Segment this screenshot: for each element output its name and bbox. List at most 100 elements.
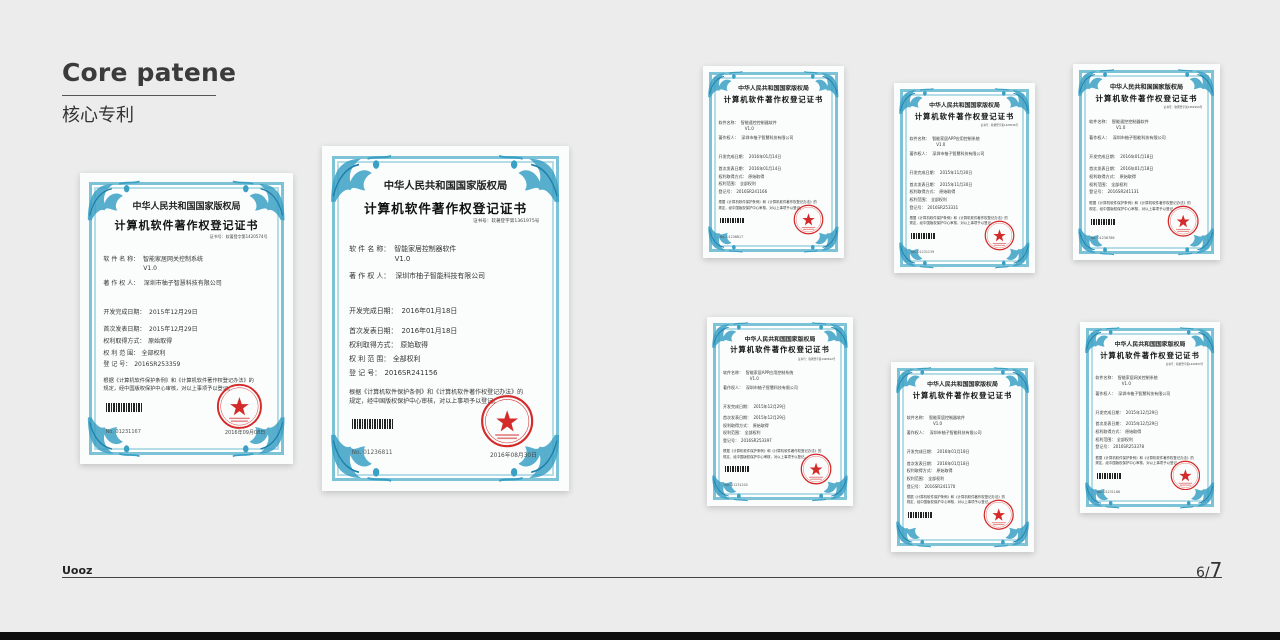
field-label: 首次发表日期： <box>906 460 935 466</box>
owner-row: 著 作 权 人： 深圳市柚子智能科技有限公司 <box>349 270 485 280</box>
dev-date-row: 开发完成日期： 2015年11月30日 <box>909 170 973 176</box>
field-label: 权利范围： <box>723 430 744 436</box>
pub-date: 2016年01月18日 <box>401 327 458 336</box>
field-label: 开发完成日期： <box>723 403 752 409</box>
scope-row: 权利范围：全部权利 <box>1089 181 1127 188</box>
official-seal-icon <box>800 453 832 485</box>
certificate-authority: 中华人民共和国国家版权局 <box>1114 341 1186 349</box>
dev-date: 2016年01月18日 <box>937 449 970 455</box>
certificate-reg-no: 证书号：软著登字第1420546号 <box>980 123 1019 127</box>
field-label: 首次发表日期： <box>1089 165 1118 171</box>
dev-date: 2015年11月30日 <box>939 170 973 176</box>
method: 原始取得 <box>1119 173 1136 179</box>
field-label: 登记号： <box>1089 189 1106 195</box>
dev-date: 2015年12月29日 <box>1125 409 1159 415</box>
pub-date-row: 首次发表日期： 2015年12月29日 <box>723 415 786 421</box>
owner-row: 著作权人： 深圳市柚子智慧科技有限公司 <box>1095 390 1171 397</box>
method: 原始取得 <box>752 422 769 428</box>
field-label: 软 件 名 称： <box>103 256 140 264</box>
pub-date-row: 首次发表日期： 2015年12月29日 <box>1095 421 1158 427</box>
ornament-icon <box>711 474 749 502</box>
method-row: 权利取得方式： 原始取得 <box>718 173 765 180</box>
certificate-reg-no: 证书号：软著登字第1361975号 <box>472 219 540 225</box>
field-label: 开发完成日期： <box>349 306 398 315</box>
regnum-row: 登记号： 2016SR253397 <box>723 437 772 444</box>
scope-row: 权利范围：全部权利 <box>1095 436 1133 443</box>
regnum-row: 登记号： 2016SR253378 <box>1095 444 1144 450</box>
certificate-heading: 计算机软件著作权登记证书 <box>1100 350 1200 360</box>
certificate-number: No. 01231205 <box>724 483 748 488</box>
software-name: 智能家居控制器软件 <box>928 415 965 421</box>
scope: 全部权利 <box>739 181 756 187</box>
certificate-authority: 中华人民共和国国家版权局 <box>132 202 241 213</box>
body-line: 规定，经中国版权保护中心审核，对以上事项予以登记。 <box>1095 461 1181 466</box>
scope-row: 权利范围：全部权利 <box>723 430 760 436</box>
official-seal-icon <box>216 383 263 430</box>
field-label: 软件名称： <box>1089 118 1110 124</box>
field-label: 权 利 范 围： <box>349 355 391 363</box>
field-label: 权利范围： <box>1089 181 1110 187</box>
dev-date-row: 开发完成日期： 2016年01月18日 <box>349 305 457 315</box>
certificate-heading: 计算机软件著作权登记证书 <box>1095 94 1198 104</box>
body-line: 规定，经中国版权保护中心审核，对以上事项予以登记。 <box>906 500 992 505</box>
software-version: V1.0 <box>932 421 943 427</box>
owner-name: 深圳市柚子智慧科技有限公司 <box>1118 390 1171 396</box>
field-label: 登记号： <box>723 437 740 443</box>
official-seal-icon <box>1167 205 1199 237</box>
field-label: 开发完成日期： <box>906 449 935 455</box>
pub-date: 2016年01月18日 <box>1120 165 1154 171</box>
field-label: 首次发表日期： <box>723 415 752 421</box>
pub-date-row: 首次发表日期： 2015年12月29日 <box>103 324 197 334</box>
field-label: 权利取得方式： <box>718 173 747 179</box>
dev-date: 2016年01月14日 <box>748 154 782 160</box>
page-title-en: Core patene <box>62 58 237 87</box>
field-label: 著 作 权 人： <box>103 279 140 287</box>
page-current: 6 <box>1196 565 1205 581</box>
method-row: 权利取得方式： 原始取得 <box>909 189 956 195</box>
field-label: 软件名称： <box>1095 375 1116 381</box>
field-label: 首次发表日期： <box>1095 421 1124 427</box>
dev-date-row: 开发完成日期： 2016年01月18日 <box>1089 154 1153 160</box>
field-label: 权利范围： <box>906 476 927 481</box>
field-label: 著作权人： <box>909 151 930 157</box>
method: 原始取得 <box>148 337 173 345</box>
software-name: 智能家居APP应用控制系统 <box>932 136 980 142</box>
dev-date-row: 开发完成日期： 2016年01月14日 <box>719 154 782 160</box>
pub-date-row: 首次发表日期： 2016年01月18日 <box>1089 165 1154 172</box>
certificate-authority: 中华人民共和国国家版权局 <box>1109 83 1184 91</box>
owner-row: 著作权人： 深圳市柚子智能科技有限公司 <box>1089 135 1166 141</box>
scope: 全部权利 <box>1116 436 1133 442</box>
method-row: 权利取得方式： 原始取得 <box>1095 429 1141 435</box>
owner-name: 深圳市柚子智慧科技有限公司 <box>745 385 798 391</box>
official-seal-icon <box>983 499 1014 530</box>
software-version: V1.0 <box>1121 381 1131 387</box>
certificate-reg-no: 证书号：软著登字第1361950号 <box>1163 105 1203 110</box>
body-line: 规定，经中国版权保护中心审核，对以上事项予以登记。 <box>909 221 995 226</box>
ornament-icon <box>86 415 141 459</box>
software-name: 智能家居网关控制系统 <box>1117 375 1158 381</box>
certificate-heading: 计算机软件著作权登记证书 <box>912 390 1013 400</box>
method-row: 权利取得方式： 原始取得 <box>907 468 953 474</box>
field-label: 权利取得方式： <box>103 337 146 345</box>
field-label: 开发完成日期： <box>909 170 938 176</box>
field-label: 权利范围： <box>909 197 930 202</box>
software-name: 智能遥控控制器软件 <box>1111 118 1149 124</box>
ornament-icon <box>329 432 393 484</box>
owner-name: 深圳市柚子智慧科技有限公司 <box>741 135 794 141</box>
method: 原始取得 <box>748 173 765 179</box>
field-label: 登记号： <box>909 204 926 210</box>
field-label: 著作权人： <box>1095 390 1116 396</box>
issue-date: 2016年09月08日 <box>224 430 266 437</box>
pub-date: 2016年01月18日 <box>937 460 970 466</box>
field-label: 登记号： <box>718 188 735 194</box>
body-line: 规定，经中国版权保护中心审核，对以上事项予以登记。 <box>103 386 234 392</box>
method-row: 权利取得方式： 原始取得 <box>1089 173 1136 180</box>
certificate-reg-no: 证书号：软著登字第1420593号 <box>1165 363 1204 367</box>
certificate-authority: 中华人民共和国国家版权局 <box>738 85 809 93</box>
ornament-icon <box>898 241 935 270</box>
field-label: 登记号： <box>1095 444 1112 450</box>
field-label: 权利取得方式： <box>909 189 938 195</box>
field-label: 软件名称： <box>909 136 930 142</box>
field-label: 首次发表日期： <box>103 326 146 334</box>
scope: 全部权利 <box>141 349 166 357</box>
